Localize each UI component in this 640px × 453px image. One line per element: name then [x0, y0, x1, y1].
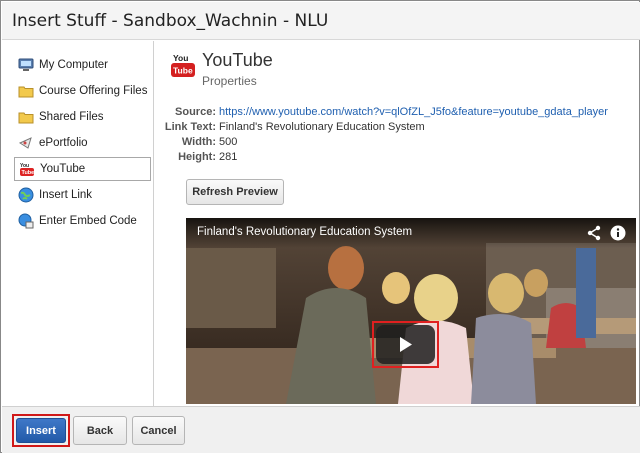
eportfolio-icon [18, 135, 34, 151]
sidebar-item-label: Shared Files [39, 111, 104, 123]
video-preview[interactable]: Finland's Revolutionary Education System [186, 218, 636, 404]
insert-stuff-dialog: Insert Stuff - Sandbox_Wachnin - NLU My … [0, 0, 640, 453]
link-text-value: Finland's Revolutionary Education System [219, 121, 425, 133]
page-subtitle: Properties [202, 74, 257, 88]
info-icon[interactable] [610, 225, 626, 241]
play-button-highlight [372, 321, 439, 368]
play-icon [400, 337, 412, 352]
folder-icon [18, 83, 34, 99]
width-label: Width: [181, 136, 216, 148]
sidebar-item-label: Course Offering Files [39, 85, 148, 97]
svg-text:Tube: Tube [22, 170, 35, 176]
source-label: Source: [175, 106, 216, 118]
height-label: Height: [178, 151, 216, 163]
link-text-label: Link Text: [164, 121, 216, 133]
video-title[interactable]: Finland's Revolutionary Education System [197, 226, 412, 238]
sidebar-item-eportfolio[interactable]: ePortfolio [14, 131, 151, 155]
sidebar-item-label: ePortfolio [39, 137, 88, 149]
sidebar-item-label: My Computer [39, 59, 109, 71]
page-title: YouTube [202, 50, 273, 70]
svg-text:Tube: Tube [173, 66, 193, 76]
source-row: Source: https://www.youtube.com/watch?v=… [155, 106, 640, 120]
sidebar-item-enter-embed-code[interactable]: Enter Embed Code [14, 209, 151, 233]
sidebar-item-shared-files[interactable]: Shared Files [14, 105, 151, 129]
svg-text:You: You [173, 53, 188, 63]
sidebar-item-label: YouTube [40, 163, 86, 175]
cancel-button[interactable]: Cancel [132, 416, 185, 445]
sidebar-item-insert-link[interactable]: Insert Link [14, 183, 151, 207]
refresh-preview-button[interactable]: Refresh Preview [186, 179, 284, 205]
insert-button[interactable]: Insert [16, 418, 66, 443]
youtube-icon: You Tube [19, 161, 35, 177]
folder-icon [18, 109, 34, 125]
source-link[interactable]: https://www.youtube.com/watch?v=qlOfZL_J… [219, 106, 608, 118]
dialog-titlebar: Insert Stuff - Sandbox_Wachnin - NLU [2, 2, 640, 40]
dialog-footer: Insert Back Cancel [2, 406, 640, 453]
youtube-logo-icon: You Tube [171, 52, 195, 78]
dialog-title: Insert Stuff - Sandbox_Wachnin - NLU [12, 11, 329, 31]
sidebar-item-label: Enter Embed Code [39, 215, 137, 227]
back-button[interactable]: Back [73, 416, 127, 445]
main-panel: You Tube YouTube Properties Source: http… [155, 41, 640, 406]
share-icon[interactable] [586, 225, 602, 241]
width-row: Width: 500 [155, 136, 640, 150]
play-button[interactable] [376, 325, 435, 364]
sidebar-item-course-offering-files[interactable]: Course Offering Files [14, 79, 151, 103]
globe-icon [18, 187, 34, 203]
embed-code-icon [18, 213, 34, 229]
sidebar-item-label: Insert Link [39, 189, 93, 201]
height-value: 281 [219, 151, 238, 163]
computer-icon [18, 57, 34, 73]
insert-button-highlight: Insert [12, 414, 70, 447]
source-sidebar: My Computer Course Offering Files Shared… [2, 41, 154, 406]
width-value: 500 [219, 136, 238, 148]
sidebar-item-my-computer[interactable]: My Computer [14, 53, 151, 77]
link-text-row: Link Text: Finland's Revolutionary Educa… [155, 121, 640, 135]
sidebar-item-youtube[interactable]: You Tube YouTube [14, 157, 151, 181]
height-row: Height: 281 [155, 151, 640, 165]
